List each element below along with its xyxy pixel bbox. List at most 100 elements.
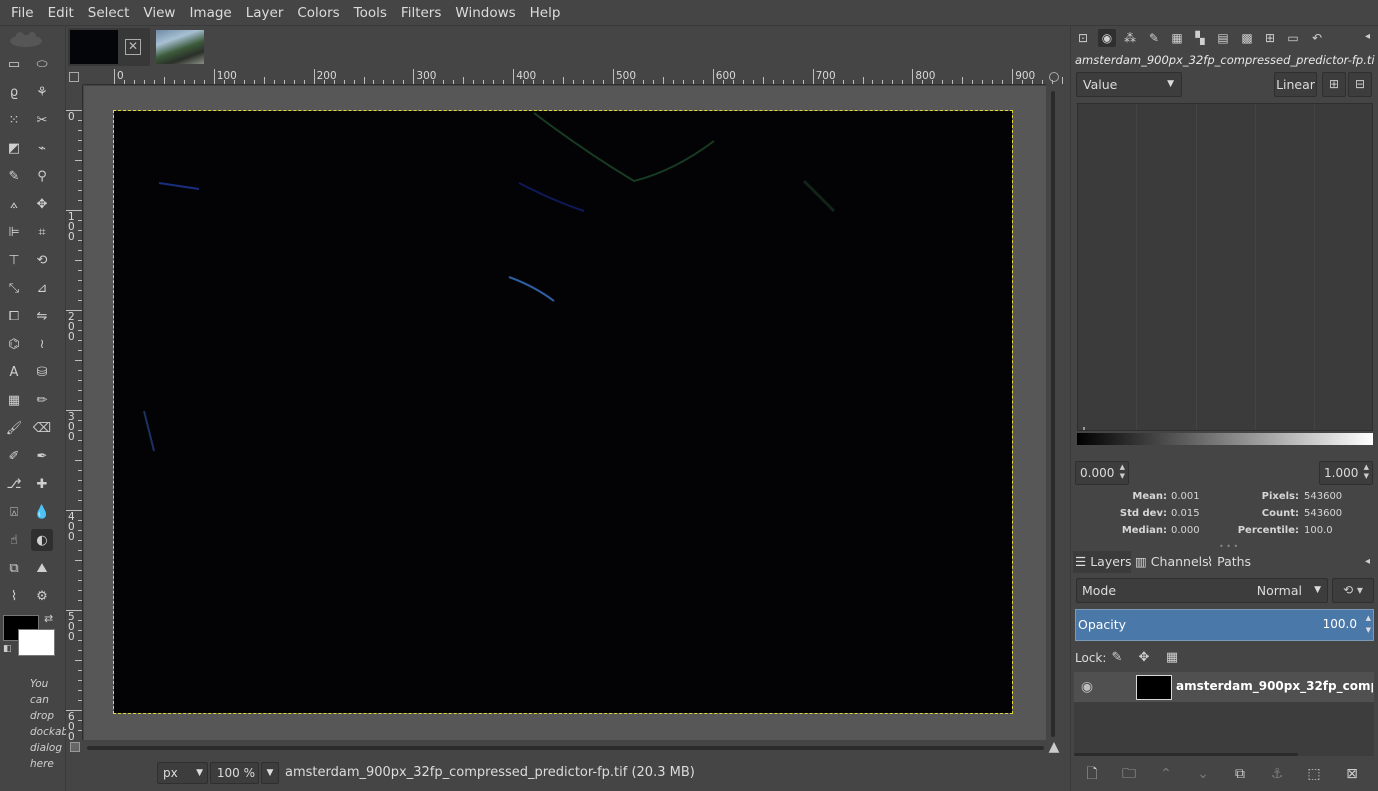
menu-view[interactable]: View: [136, 0, 182, 26]
color-picker-icon[interactable]: ✎: [3, 165, 25, 187]
horizontal-ruler[interactable]: 0 100 200 300 400 500 600 700 800 900: [83, 69, 1104, 85]
bucket-fill-icon[interactable]: ⛁: [31, 361, 53, 383]
unified-transform-icon[interactable]: ⊤: [3, 249, 25, 271]
layer-row[interactable]: ◉ amsterdam_900px_32fp_compressed_predic…: [1074, 672, 1374, 702]
zoom-input[interactable]: 100 %: [210, 762, 259, 784]
vertical-scrollbar[interactable]: [1046, 85, 1062, 740]
vertical-ruler[interactable]: 0 100 200 300 400 500 600: [66, 85, 83, 742]
move-tool-icon[interactable]: ✥: [31, 193, 53, 215]
unit-select[interactable]: px ▼: [157, 762, 208, 784]
menu-image[interactable]: Image: [182, 0, 238, 26]
histogram-gradient-strip[interactable]: [1077, 433, 1373, 445]
perspective-tool-icon[interactable]: ⧠: [3, 305, 25, 327]
new-layer-group-icon[interactable]: 🗀: [1118, 764, 1140, 784]
images-tab-icon[interactable]: ▭: [1284, 29, 1302, 47]
rect-select-icon[interactable]: ▭: [3, 53, 25, 75]
menu-colors[interactable]: Colors: [290, 0, 346, 26]
foreground-select-icon[interactable]: ◩: [3, 137, 25, 159]
free-select-icon[interactable]: ϱ: [3, 81, 25, 103]
background-color-swatch[interactable]: [18, 629, 55, 656]
horizontal-scrollbar[interactable]: [83, 740, 1046, 755]
dock-menu-icon[interactable]: ◂: [1365, 557, 1375, 567]
text-tool-icon[interactable]: A: [3, 361, 25, 383]
visibility-eye-icon[interactable]: ◉: [1078, 678, 1096, 696]
image-tab-photo[interactable]: [154, 28, 208, 66]
eraser-tool-icon[interactable]: ⌫: [31, 417, 53, 439]
lower-layer-icon[interactable]: ⌄: [1192, 764, 1214, 784]
blend-tool-icon[interactable]: ▦: [3, 389, 25, 411]
measure-tool-icon[interactable]: ⟑: [3, 193, 25, 215]
ink-tool-icon[interactable]: ✒: [31, 445, 53, 467]
menu-layer[interactable]: Layer: [239, 0, 291, 26]
brushes-tab-icon[interactable]: ✎: [1145, 29, 1163, 47]
lock-alpha-icon[interactable]: ▦: [1162, 648, 1182, 668]
mode-reset-button[interactable]: ⟲ ▾: [1332, 578, 1374, 603]
threshold-tool-icon[interactable]: ⛰: [31, 557, 53, 579]
opacity-slider[interactable]: Opacity 100.0 ▲ ▼: [1075, 609, 1374, 641]
ellipse-select-icon[interactable]: ⬭: [31, 53, 53, 75]
quick-mask-toggle[interactable]: [66, 740, 83, 755]
linear-histogram-icon[interactable]: ⊞: [1322, 72, 1346, 97]
handle-transform-icon[interactable]: ⚙: [31, 585, 53, 607]
navigate-icon[interactable]: ▲: [1046, 740, 1062, 755]
pointer-tab-icon[interactable]: ⊞: [1261, 29, 1279, 47]
histogram-graph[interactable]: [1077, 103, 1373, 431]
paths-tool-icon[interactable]: ⌁: [31, 137, 53, 159]
flip-tool-icon[interactable]: ⇋: [31, 305, 53, 327]
align-tool-icon[interactable]: ⊫: [3, 221, 25, 243]
heal-tool-icon[interactable]: ✚: [31, 473, 53, 495]
default-colors-icon[interactable]: ◧: [3, 644, 12, 654]
dodge-burn-icon[interactable]: ◐: [31, 529, 53, 551]
zoom-tool-icon[interactable]: ⚲: [31, 165, 53, 187]
dock-menu-icon[interactable]: ◂: [1365, 32, 1375, 42]
layer-list[interactable]: ◉ amsterdam_900px_32fp_compressed_predic…: [1074, 672, 1374, 756]
pencil-tool-icon[interactable]: ✏: [31, 389, 53, 411]
select-by-color-icon[interactable]: ⁙: [3, 109, 25, 131]
lock-pixels-icon[interactable]: ✎: [1107, 648, 1127, 668]
tab-paths[interactable]: ⌇ Paths: [1205, 551, 1259, 573]
layer-name[interactable]: amsterdam_900px_32fp_compressed_predicto…: [1176, 679, 1373, 693]
menu-tools[interactable]: Tools: [347, 0, 394, 26]
menu-select[interactable]: Select: [81, 0, 137, 26]
menu-help[interactable]: Help: [523, 0, 568, 26]
paintbrush-tool-icon[interactable]: 🖌: [3, 417, 25, 439]
layer-list-scrollbar[interactable]: [1074, 753, 1298, 756]
scale-tool-icon[interactable]: ⤡: [3, 277, 25, 299]
image-tab-active[interactable]: ✕: [68, 28, 150, 66]
rotate-tool-icon[interactable]: ⟲: [31, 249, 53, 271]
log-histogram-icon[interactable]: ⊟: [1348, 72, 1372, 97]
canvas-area[interactable]: [84, 86, 1046, 740]
histogram-range-low[interactable]: 0.000 ▲ ▼: [1075, 461, 1129, 485]
menu-filters[interactable]: Filters: [394, 0, 448, 26]
zoom-image-when-window-resized-button[interactable]: [1046, 69, 1062, 85]
histogram-scale-button[interactable]: Linear: [1274, 72, 1317, 97]
device-status-tab-icon[interactable]: ⁂: [1121, 29, 1139, 47]
spin-arrows-icon[interactable]: ▲ ▼: [1366, 612, 1371, 636]
airbrush-tool-icon[interactable]: ✐: [3, 445, 25, 467]
scissors-select-icon[interactable]: ✂: [31, 109, 53, 131]
delete-layer-icon[interactable]: ⊠: [1341, 764, 1363, 784]
menu-edit[interactable]: Edit: [41, 0, 81, 26]
histogram-channel-select[interactable]: Value ▼: [1076, 72, 1182, 97]
histogram-range-high[interactable]: 1.000 ▲ ▼: [1319, 461, 1373, 485]
fuzzy-select-icon[interactable]: ⚘: [31, 81, 53, 103]
seamless-clone-icon[interactable]: ⌇: [3, 585, 25, 607]
smudge-tool-icon[interactable]: ☝: [3, 529, 25, 551]
anchor-layer-icon[interactable]: ⚓: [1266, 764, 1288, 784]
gegl-tool-icon[interactable]: ⧉: [3, 557, 25, 579]
raise-layer-icon[interactable]: ⌃: [1155, 764, 1177, 784]
crop-tool-icon[interactable]: ⌗: [31, 221, 53, 243]
histogram-tab-icon[interactable]: ◉: [1098, 29, 1116, 47]
duplicate-layer-icon[interactable]: ⧉: [1229, 764, 1251, 784]
menu-windows[interactable]: Windows: [448, 0, 522, 26]
spin-arrows-icon[interactable]: ▲ ▼: [1364, 463, 1369, 481]
warp-transform-icon[interactable]: ≀: [31, 333, 53, 355]
lock-position-icon[interactable]: ✥: [1134, 648, 1154, 668]
tab-layers[interactable]: ☰ Layers: [1073, 551, 1132, 573]
new-layer-icon[interactable]: 🗋: [1081, 764, 1103, 784]
dock-separator[interactable]: • • •: [1071, 543, 1378, 551]
swap-colors-icon[interactable]: ⇄: [44, 612, 53, 625]
menu-file[interactable]: File: [4, 0, 41, 26]
cage-transform-icon[interactable]: ⌬: [3, 333, 25, 355]
undo-history-tab-icon[interactable]: ↶: [1308, 29, 1326, 47]
